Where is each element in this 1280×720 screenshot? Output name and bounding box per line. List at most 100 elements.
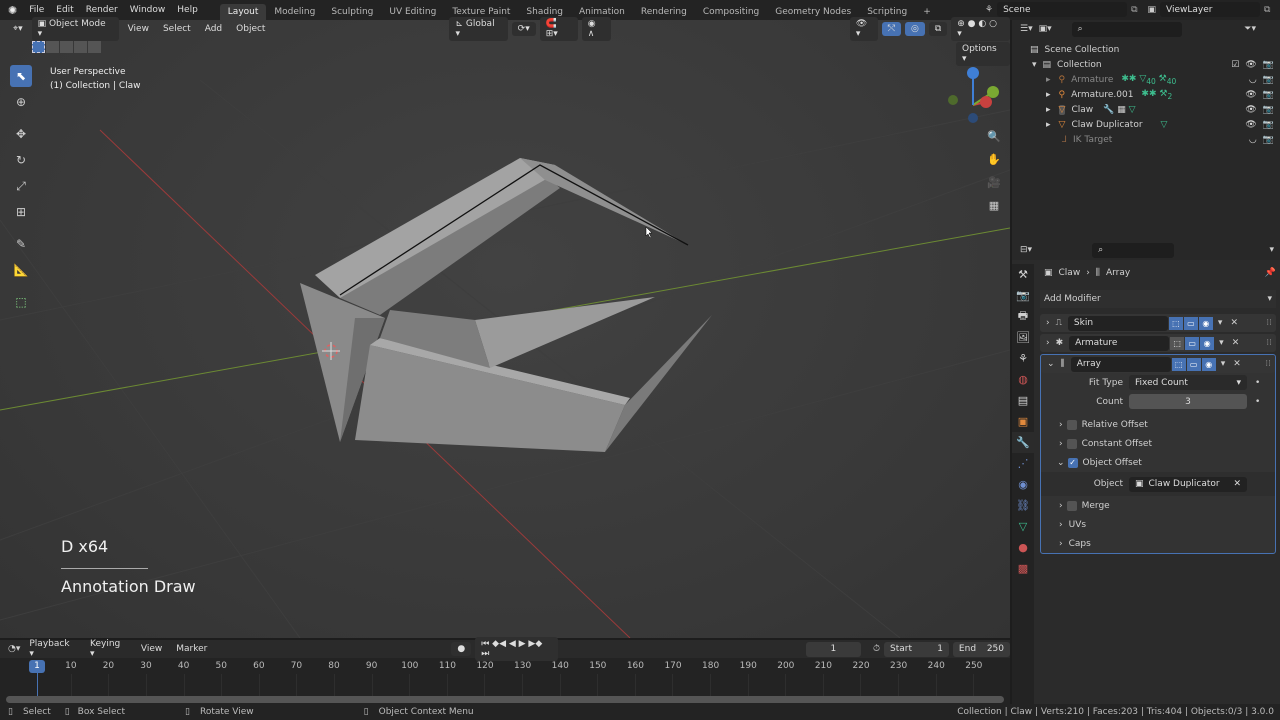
select-subtract-icon[interactable] bbox=[60, 41, 73, 53]
record-icon[interactable]: ● bbox=[451, 642, 472, 656]
merge-panel[interactable]: › Merge bbox=[1041, 496, 1275, 515]
editor-type-icon[interactable]: ⌖▾ bbox=[8, 22, 28, 36]
fit-type-dropdown[interactable]: Fixed Count ▾ bbox=[1129, 375, 1247, 390]
relative-offset-checkbox[interactable] bbox=[1066, 419, 1077, 430]
render-toggle-icon[interactable]: ◉ bbox=[1201, 357, 1216, 371]
drag-handle-icon[interactable]: ⁞⁞ bbox=[1265, 359, 1271, 369]
3d-viewport[interactable]: ⌖▾ ▣ Object Mode ▾ View Select Add Objec… bbox=[0, 17, 1010, 638]
blender-logo-icon[interactable]: ✺ bbox=[0, 4, 23, 17]
close-icon[interactable]: ✕ bbox=[1230, 318, 1238, 328]
expand-arrow-icon[interactable]: › bbox=[1059, 420, 1063, 430]
current-frame-field[interactable]: 1 bbox=[805, 641, 861, 657]
expand-arrow-icon[interactable]: › bbox=[1046, 338, 1050, 348]
copy-view-layer-icon[interactable]: ⧉ bbox=[1264, 5, 1270, 15]
properties-search-input[interactable]: ⌕ bbox=[1092, 242, 1175, 258]
options-button[interactable]: Options ▾ bbox=[956, 42, 1010, 66]
hidden-icon[interactable]: ◡ bbox=[1249, 135, 1257, 145]
caps-panel[interactable]: › Caps bbox=[1041, 534, 1275, 553]
exclude-checkbox[interactable]: ☑ bbox=[1231, 60, 1239, 70]
view-layer-icon[interactable]: ▣ bbox=[1148, 5, 1157, 15]
modifier-name-input[interactable]: Armature bbox=[1069, 335, 1170, 351]
pivot-icon[interactable]: ⟳▾ bbox=[511, 22, 536, 36]
xray-icon[interactable]: ⧉ bbox=[928, 22, 948, 36]
editmode-toggle-icon[interactable]: ⬚ bbox=[1171, 357, 1186, 371]
collapse-arrow-icon[interactable]: ⌄ bbox=[1057, 458, 1065, 468]
expand-arrow-icon[interactable]: › bbox=[1059, 520, 1063, 530]
stopwatch-icon[interactable]: ⏱ bbox=[873, 644, 880, 654]
physics-tab-icon[interactable]: ◉ bbox=[1012, 474, 1034, 495]
options-chevron-icon[interactable]: ▾ bbox=[1269, 245, 1274, 255]
select-extend-icon[interactable] bbox=[46, 41, 59, 53]
close-icon[interactable]: ✕ bbox=[1232, 338, 1240, 348]
snap-icon[interactable]: 🧲 ⊞▾ bbox=[539, 17, 578, 41]
expand-arrow-icon[interactable]: › bbox=[1059, 501, 1063, 511]
outliner-item-armature-001[interactable]: ▸ ⚲ Armature.001 ✱✱ ⚒2 👁 📷 bbox=[1012, 87, 1280, 102]
viewport-toggle-icon[interactable]: ▭ bbox=[1186, 357, 1201, 371]
outliner-collection[interactable]: ▾ ▤ Collection ☑ 👁 📷 bbox=[1012, 57, 1280, 72]
menu-edit[interactable]: Edit bbox=[50, 5, 79, 15]
menu-marker[interactable]: Marker bbox=[171, 642, 212, 656]
menu-add[interactable]: Add bbox=[200, 22, 227, 36]
menu-view[interactable]: View bbox=[123, 22, 154, 36]
count-field[interactable]: 3 bbox=[1129, 394, 1247, 409]
annotate-tool-icon[interactable]: ✎ bbox=[10, 233, 32, 255]
editor-type-icon[interactable]: ◔▾ bbox=[8, 644, 20, 654]
tab-rendering[interactable]: Rendering bbox=[633, 4, 695, 20]
pin-icon[interactable]: 📌 bbox=[1265, 268, 1276, 278]
merge-checkbox[interactable] bbox=[1066, 500, 1077, 511]
viewport-toggle-icon[interactable]: ▭ bbox=[1185, 336, 1200, 350]
scene-icon[interactable]: ⚘ bbox=[985, 5, 993, 15]
playback-controls[interactable]: ⏮ ◆◀ ◀ ▶ ▶◆ ⏭ bbox=[475, 637, 558, 661]
menu-help[interactable]: Help bbox=[171, 5, 204, 15]
add-modifier-button[interactable]: Add Modifier ▾ bbox=[1040, 290, 1276, 308]
menu-select[interactable]: Select bbox=[158, 22, 196, 36]
select-new-icon[interactable] bbox=[32, 41, 45, 53]
constant-offset-checkbox[interactable] bbox=[1066, 438, 1077, 449]
tab-geometry-nodes[interactable]: Geometry Nodes bbox=[767, 4, 859, 20]
scene-selector[interactable]: Scene bbox=[997, 2, 1128, 17]
tab-modeling[interactable]: Modeling bbox=[266, 4, 323, 20]
modifier-skin[interactable]: › ⎍ Skin ⬚ ▭ ◉ ▾ ✕ ⁞⁞ bbox=[1040, 314, 1276, 332]
camera-icon[interactable]: 📷 bbox=[1263, 135, 1274, 145]
overlay-toggle-icon[interactable]: ◎ bbox=[904, 22, 925, 36]
camera-icon[interactable]: 📷 bbox=[1263, 60, 1274, 70]
transform-orientation[interactable]: ⊾ Global ▾ bbox=[449, 17, 508, 41]
scene-tab-icon[interactable]: ⚘ bbox=[1012, 348, 1034, 369]
object-offset-panel[interactable]: ⌄ ✓ Object Offset bbox=[1041, 453, 1275, 472]
navigation-gizmo[interactable] bbox=[948, 67, 999, 123]
editor-type-icon[interactable]: ⊟▾ bbox=[1020, 245, 1032, 255]
constraints-tab-icon[interactable]: ⛓ bbox=[1012, 495, 1034, 516]
clear-icon[interactable]: ✕ bbox=[1233, 479, 1241, 489]
add-cube-tool-icon[interactable]: ⬚ bbox=[10, 291, 32, 313]
constant-offset-panel[interactable]: › Constant Offset bbox=[1041, 434, 1275, 453]
relative-offset-panel[interactable]: › Relative Offset bbox=[1041, 415, 1275, 434]
output-tab-icon[interactable]: 🖶 bbox=[1012, 306, 1034, 327]
eye-icon[interactable]: 👁 bbox=[1245, 105, 1256, 115]
outliner-search-input[interactable]: ⌕ bbox=[1071, 21, 1182, 37]
menu-object[interactable]: Object bbox=[231, 22, 270, 36]
data-tab-icon[interactable]: ▽ bbox=[1012, 516, 1034, 537]
select-tool-icon[interactable]: ⬉ bbox=[10, 65, 32, 87]
keyframe-dot-icon[interactable]: • bbox=[1255, 397, 1260, 407]
drag-handle-icon[interactable]: ⁞⁞ bbox=[1266, 338, 1272, 348]
eye-icon[interactable]: 👁 bbox=[1245, 120, 1256, 130]
camera-icon[interactable]: 📷 bbox=[1263, 75, 1274, 85]
uvs-panel[interactable]: › UVs bbox=[1041, 515, 1275, 534]
scale-tool-icon[interactable]: ⤢ bbox=[10, 175, 32, 197]
chevron-down-icon[interactable]: ▾ bbox=[1218, 318, 1223, 328]
claw-mesh[interactable] bbox=[300, 158, 712, 452]
horizontal-scrollbar[interactable] bbox=[6, 696, 1004, 703]
visibility-icon[interactable]: 👁▾ bbox=[849, 17, 878, 41]
expand-arrow-icon[interactable]: ▸ bbox=[1046, 90, 1051, 100]
frame-ruler[interactable]: 10 20 30 40 50 60 70 80 90 100 110 120 130 140 150 160 1… bbox=[0, 660, 1010, 696]
material-tab-icon[interactable]: ● bbox=[1012, 537, 1034, 558]
menu-render[interactable]: Render bbox=[80, 5, 124, 15]
select-intersect-icon[interactable] bbox=[88, 41, 101, 53]
transform-tool-icon[interactable]: ⊞ bbox=[10, 201, 32, 223]
view-layer-selector[interactable]: ViewLayer bbox=[1160, 2, 1261, 17]
measure-tool-icon[interactable]: 📐 bbox=[10, 259, 32, 281]
menu-view[interactable]: View bbox=[136, 642, 167, 656]
menu-keying[interactable]: Keying ▾ bbox=[85, 637, 132, 661]
menu-file[interactable]: File bbox=[23, 5, 50, 15]
hidden-icon[interactable]: ◡ bbox=[1249, 75, 1257, 85]
